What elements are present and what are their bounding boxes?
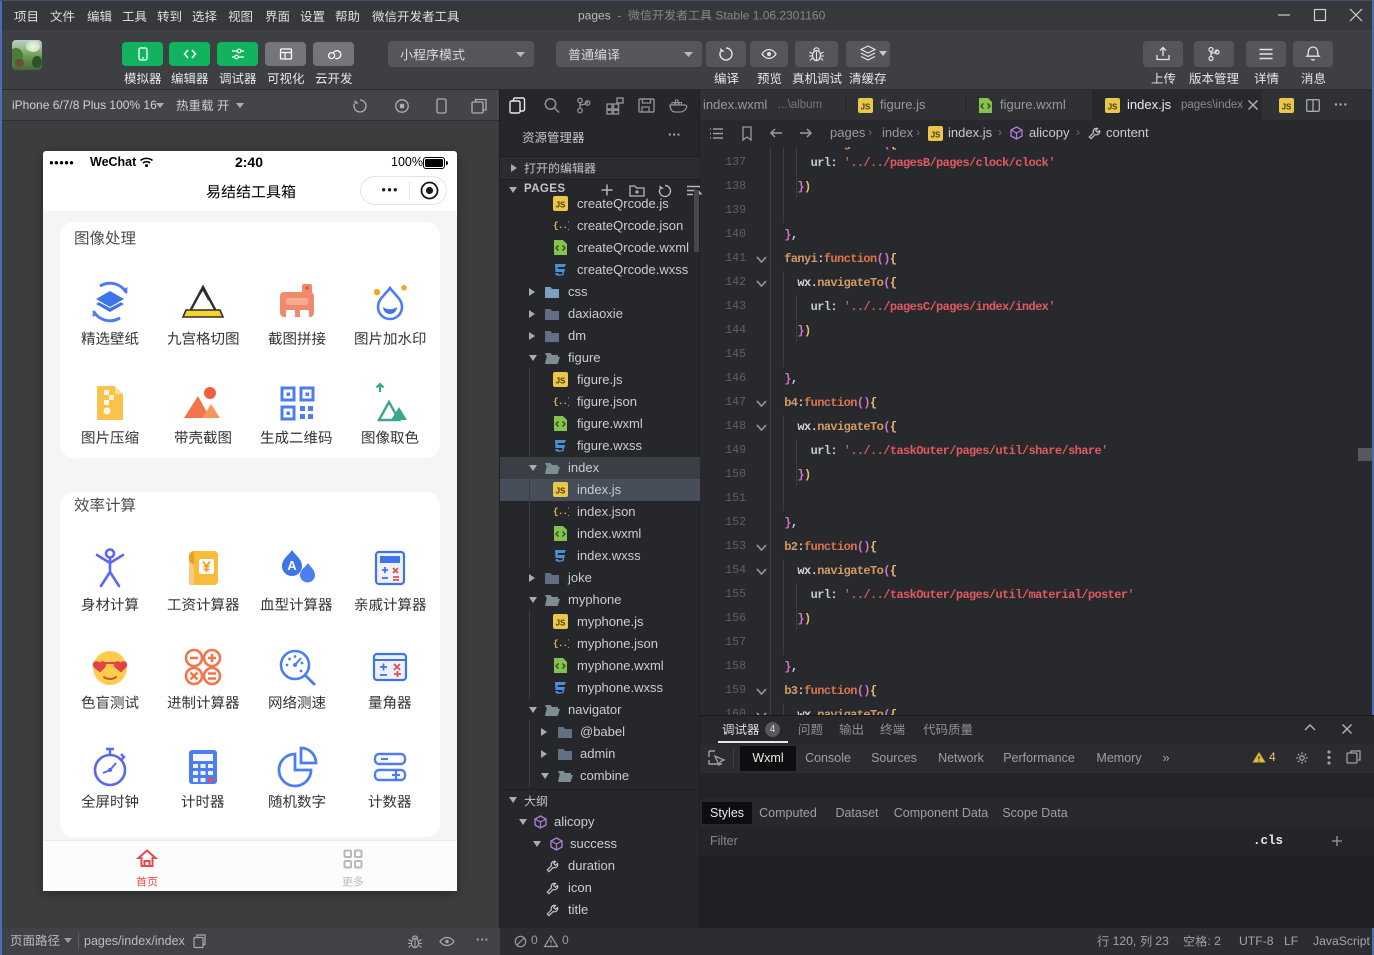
svg-text:JS: JS — [931, 131, 941, 140]
svg-text:A: A — [287, 558, 297, 573]
svg-text:JS: JS — [861, 103, 871, 112]
svg-text:JS: JS — [556, 377, 566, 386]
svg-text:JS: JS — [1108, 103, 1118, 112]
svg-text:JS: JS — [556, 201, 566, 210]
svg-text:JS: JS — [1282, 103, 1292, 112]
svg-text:JS: JS — [556, 487, 566, 496]
svg-text:JS: JS — [556, 619, 566, 628]
